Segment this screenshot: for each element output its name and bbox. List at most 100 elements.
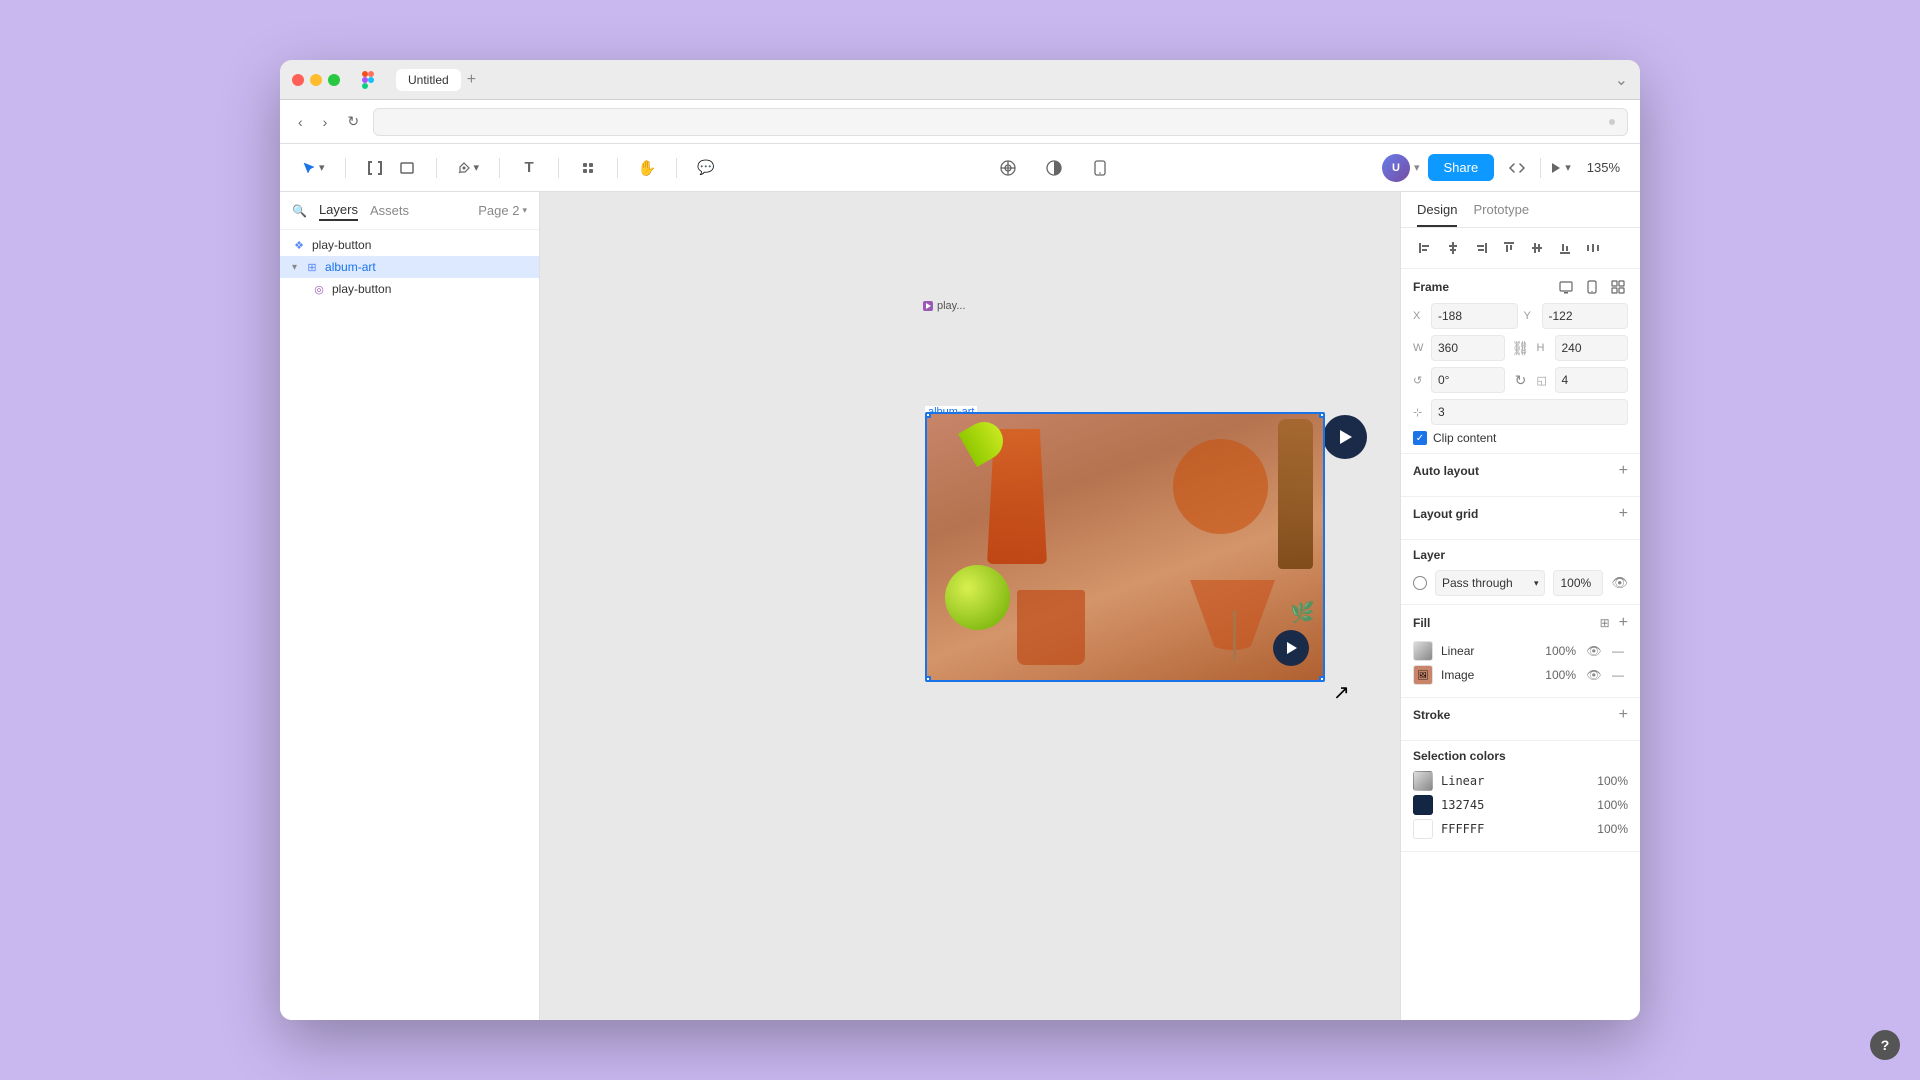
fill-visibility-image[interactable]: 👁	[1584, 665, 1604, 685]
frame-tool[interactable]	[360, 153, 390, 183]
components-tool[interactable]	[573, 153, 603, 183]
constrain-proportions-btn[interactable]: ⛓	[1511, 338, 1531, 358]
url-bar[interactable]	[373, 108, 1628, 136]
new-tab-button[interactable]: +	[461, 69, 482, 91]
layer-item-play-button[interactable]: ❖ play-button	[280, 234, 539, 256]
forward-button[interactable]: ›	[317, 110, 334, 134]
fill-expand-btn[interactable]: ⊞	[1595, 613, 1615, 633]
share-button[interactable]: Share	[1428, 154, 1495, 181]
hand-tool[interactable]: ✋	[632, 153, 662, 183]
radius-field: ◱ 4	[1537, 367, 1629, 393]
clip-input[interactable]: 3	[1431, 399, 1628, 425]
color-swatch-white[interactable]	[1413, 819, 1433, 839]
opacity-input[interactable]: 100%	[1553, 570, 1603, 596]
resize-handle-bl[interactable]	[925, 676, 931, 682]
toolbar-divider-right	[1540, 158, 1541, 178]
blend-mode-select[interactable]: Pass through ▾	[1435, 570, 1545, 596]
design-tab[interactable]: Design	[1417, 202, 1457, 227]
page-selector[interactable]: Page 2 ▾	[478, 201, 527, 220]
x-input[interactable]: -188	[1431, 303, 1518, 329]
album-art-frame[interactable]: 🌿 360 × 240	[925, 412, 1325, 682]
color-opacity-white: 100%	[1597, 822, 1628, 836]
visibility-toggle[interactable]: 👁	[1611, 575, 1628, 591]
code-button[interactable]	[1502, 153, 1532, 183]
fill-swatch-linear[interactable]	[1413, 641, 1433, 661]
collapse-button[interactable]: ⌄	[1615, 70, 1628, 90]
maximize-button[interactable]	[328, 74, 340, 86]
play-button[interactable]: ▾	[1549, 161, 1571, 175]
divider-1	[345, 158, 346, 178]
layout-grid-add-btn[interactable]: +	[1619, 505, 1628, 523]
frame-title: Frame	[1413, 280, 1449, 294]
pen-tool[interactable]: ▾	[451, 157, 486, 179]
layers-tab[interactable]: Layers	[319, 200, 358, 221]
components-library-btn[interactable]	[993, 153, 1023, 183]
wh-row: W 360 ⛓ H 240	[1413, 335, 1628, 361]
w-field: W 360	[1413, 335, 1505, 361]
fill-remove-image[interactable]: —	[1608, 665, 1628, 685]
assets-tab[interactable]: Assets	[370, 201, 409, 220]
resize-handle-tl[interactable]	[925, 412, 931, 418]
stroke-add-btn[interactable]: +	[1619, 706, 1628, 724]
right-panel: Design Prototype	[1400, 192, 1640, 1020]
fill-remove-linear[interactable]: —	[1608, 641, 1628, 661]
fill-swatch-image[interactable]: 🖼	[1413, 665, 1433, 685]
resize-handle-br[interactable]	[1319, 676, 1325, 682]
dark-mode-btn[interactable]	[1039, 153, 1069, 183]
align-middle-btn[interactable]	[1525, 236, 1549, 260]
rotation-radius-row: ↺ 0° ↻ ◱ 4	[1413, 367, 1628, 393]
select-tool[interactable]: ▾	[296, 157, 331, 179]
fill-item-linear: Linear 100% 👁 —	[1413, 641, 1628, 661]
radius-input[interactable]: 4	[1555, 367, 1629, 393]
layer-item-album-art[interactable]: ▾ ⊞ album-art	[280, 256, 539, 278]
current-tab[interactable]: Untitled	[396, 69, 461, 91]
color-swatch-linear[interactable]	[1413, 771, 1433, 791]
frame-grid-btn[interactable]	[1608, 277, 1628, 297]
clip-content-checkbox[interactable]: ✓	[1413, 431, 1427, 445]
close-button[interactable]	[292, 74, 304, 86]
comment-tool[interactable]: 💬	[691, 153, 721, 183]
divider-5	[617, 158, 618, 178]
fill-opacity-image: 100%	[1540, 668, 1576, 682]
play-icon	[1549, 161, 1563, 175]
canvas-area[interactable]: play... album-art	[540, 192, 1400, 1020]
align-left-btn[interactable]	[1413, 236, 1437, 260]
layer-item-play-button-child[interactable]: ◎ play-button	[280, 278, 539, 300]
expand-arrow[interactable]: ▾	[292, 262, 297, 273]
link-btn[interactable]: ↻	[1511, 370, 1531, 390]
auto-layout-add-btn[interactable]: +	[1619, 462, 1628, 480]
play-button-element[interactable]	[1323, 415, 1367, 459]
align-bottom-btn[interactable]	[1553, 236, 1577, 260]
text-tool[interactable]: T	[514, 153, 544, 183]
align-center-h-btn[interactable]	[1441, 236, 1465, 260]
frame-mobile-btn[interactable]	[1582, 277, 1602, 297]
resize-handle-tr[interactable]	[1319, 412, 1325, 418]
back-button[interactable]: ‹	[292, 110, 309, 134]
align-top-btn[interactable]	[1497, 236, 1521, 260]
user-avatar[interactable]: U	[1382, 154, 1410, 182]
frame-desktop-btn[interactable]	[1556, 277, 1576, 297]
rotation-input[interactable]: 0°	[1431, 367, 1505, 393]
play-overlay-button[interactable]	[1273, 630, 1309, 666]
y-input[interactable]: -122	[1542, 303, 1629, 329]
align-right-btn[interactable]	[1469, 236, 1493, 260]
device-preview-btn[interactable]	[1085, 153, 1115, 183]
avatar-dropdown-arrow[interactable]: ▾	[1414, 161, 1420, 174]
h-input[interactable]: 240	[1555, 335, 1629, 361]
prototype-tab[interactable]: Prototype	[1473, 202, 1529, 227]
toolbar-center	[729, 153, 1378, 183]
minimize-button[interactable]	[310, 74, 322, 86]
frame-icon: ⊞	[305, 260, 319, 274]
reload-button[interactable]: ↻	[341, 109, 365, 134]
page-label: Page 2	[478, 203, 519, 218]
fill-add-btn[interactable]: +	[1619, 613, 1628, 633]
contrast-icon	[1045, 159, 1063, 177]
rectangle-tool[interactable]	[392, 153, 422, 183]
w-input[interactable]: 360	[1431, 335, 1505, 361]
lime-ball	[945, 565, 1010, 630]
color-swatch-dark[interactable]	[1413, 795, 1433, 815]
fill-visibility-linear[interactable]: 👁	[1584, 641, 1604, 661]
small-glass	[1017, 590, 1085, 665]
zoom-level[interactable]: 135%	[1579, 156, 1628, 179]
distribute-btn[interactable]	[1581, 236, 1605, 260]
